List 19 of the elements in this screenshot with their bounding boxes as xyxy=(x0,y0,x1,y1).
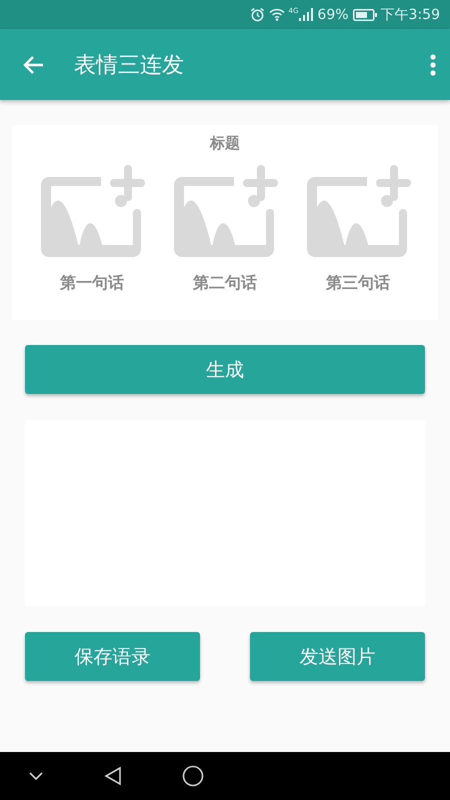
sentence-label: 第三句话 xyxy=(326,273,390,294)
sentence-label: 第二句话 xyxy=(193,273,257,294)
back-triangle-icon[interactable] xyxy=(104,766,122,786)
action-button[interactable]: 发送图片 xyxy=(250,632,425,681)
alarm-icon xyxy=(250,7,265,22)
generate-button[interactable]: 生成 xyxy=(25,345,425,394)
screen-title: 表情三连发 xyxy=(74,52,185,80)
battery-icon xyxy=(352,8,377,20)
action-button[interactable]: 保存语录 xyxy=(25,632,200,681)
chevron-down-icon[interactable] xyxy=(28,771,44,781)
battery-percent: 69% xyxy=(317,6,349,22)
signal-icon xyxy=(299,8,314,21)
card-title: 标题 xyxy=(210,134,240,153)
wifi-icon xyxy=(268,8,285,21)
sentence-label: 第一句话 xyxy=(60,273,124,294)
clock-time: 下午3:59 xyxy=(380,6,440,24)
more-menu-icon[interactable] xyxy=(430,54,436,76)
back-arrow-icon[interactable] xyxy=(22,54,44,74)
home-circle-icon[interactable] xyxy=(182,765,204,787)
